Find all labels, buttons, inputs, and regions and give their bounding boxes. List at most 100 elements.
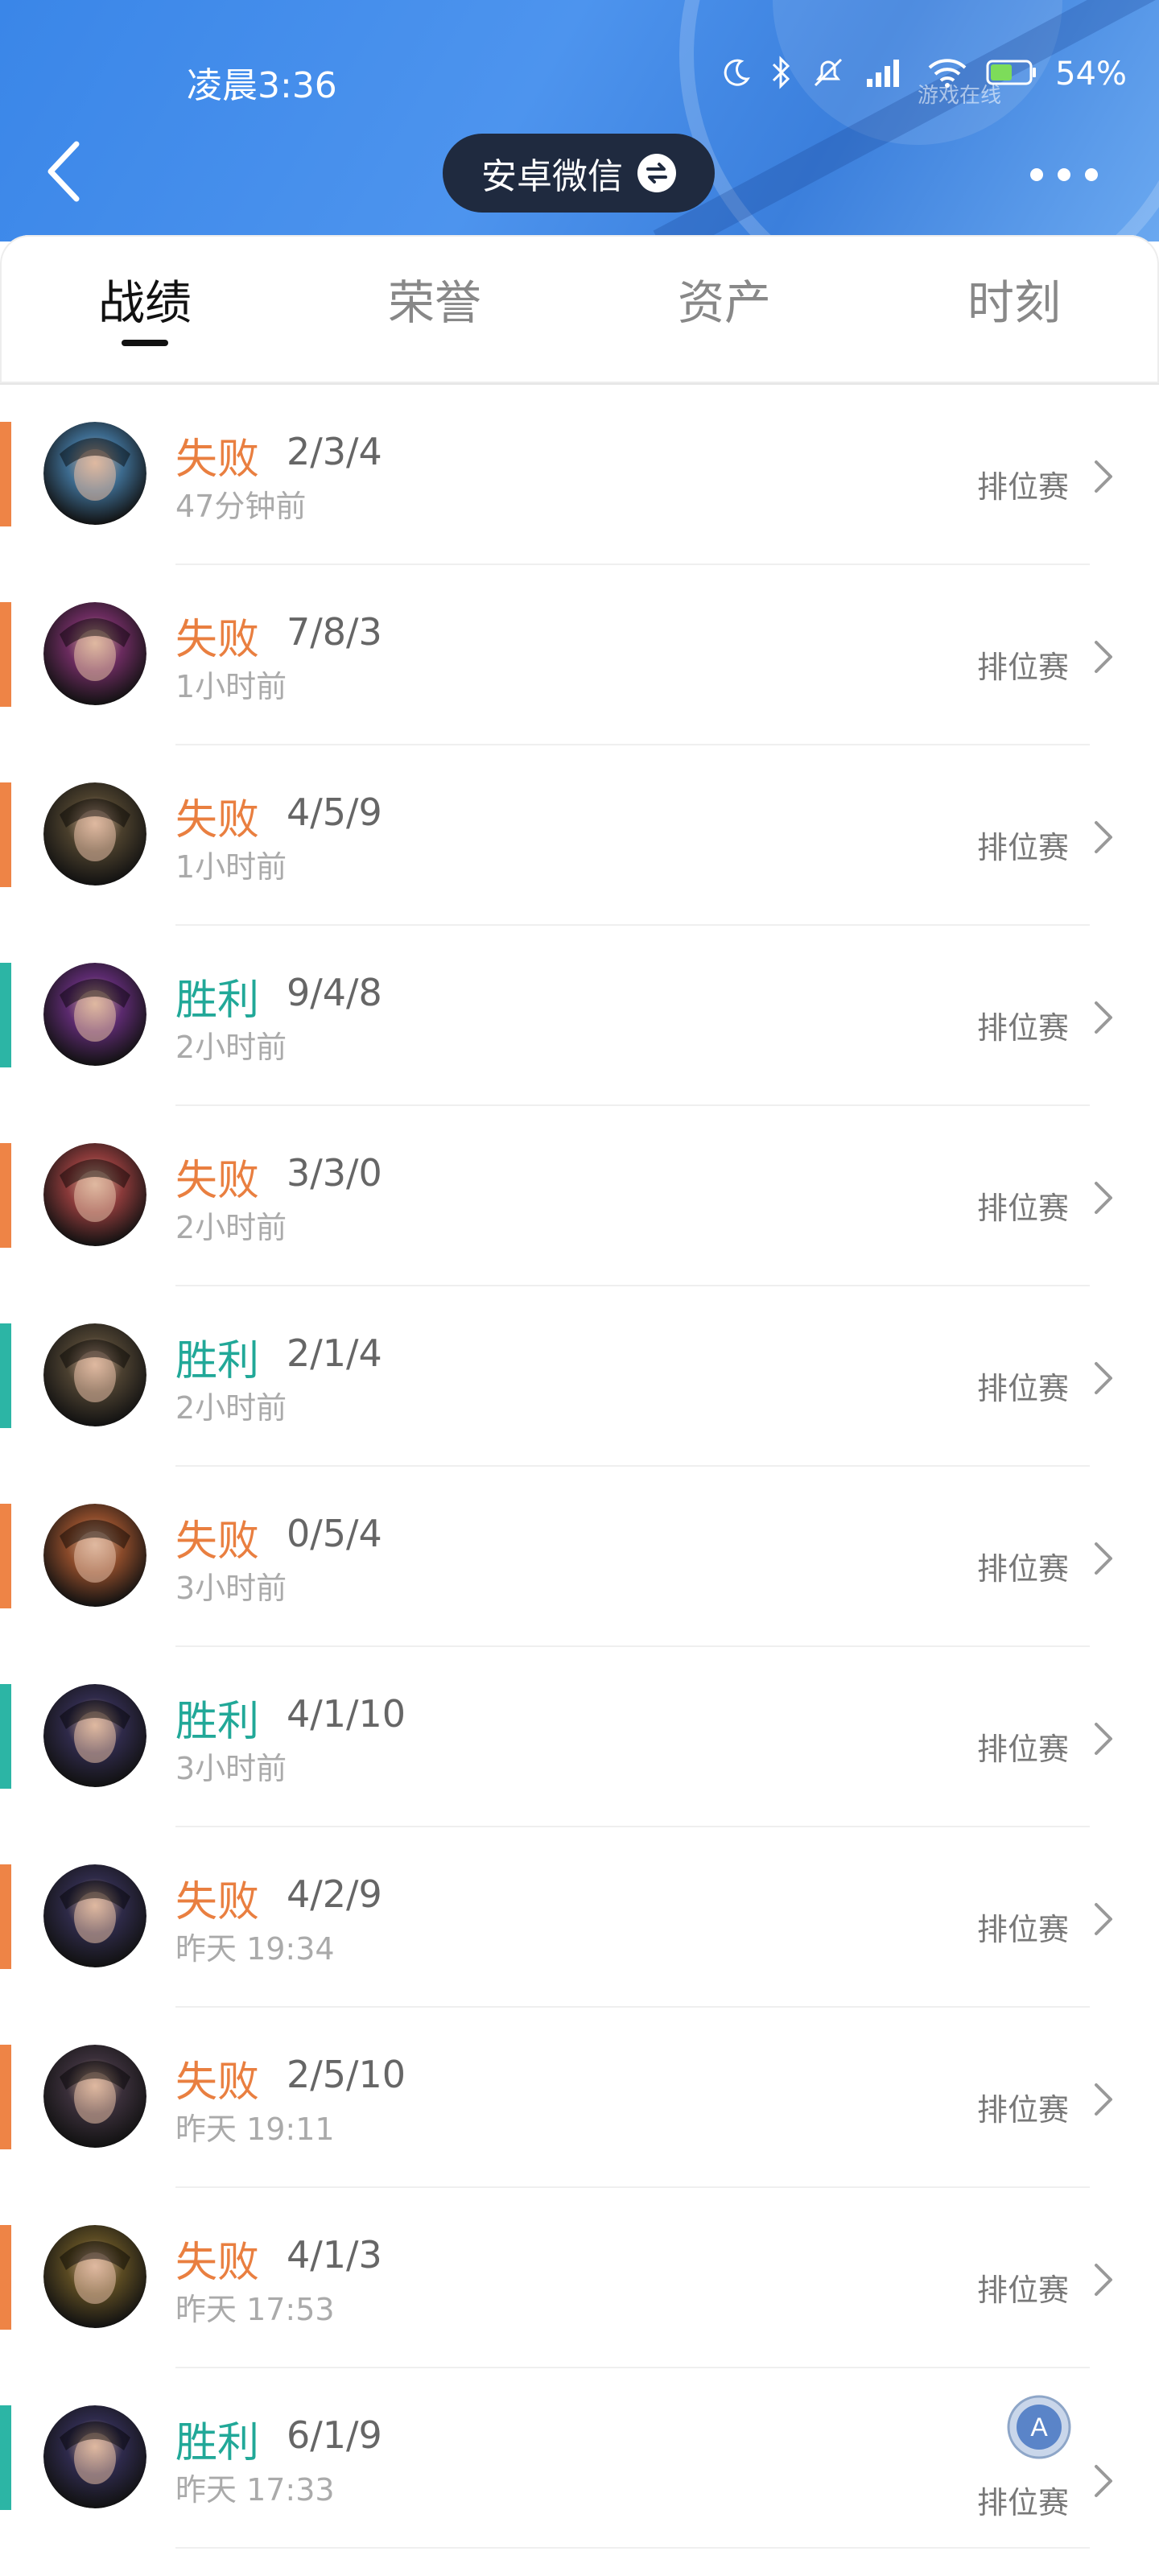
- more-button[interactable]: [1030, 148, 1098, 201]
- champion-avatar: [43, 1504, 146, 1607]
- result-indicator-bar: [0, 1323, 11, 1428]
- match-row[interactable]: 失败 0/5/4 3小时前 排位赛: [0, 1467, 1159, 1647]
- match-row[interactable]: 失败 2/5/10 昨天 19:11 排位赛: [0, 2008, 1159, 2188]
- result-indicator-bar: [0, 602, 11, 707]
- more-dot: [1030, 168, 1043, 181]
- match-mode: 排位赛: [976, 1912, 1069, 1947]
- match-time: 1小时前: [175, 669, 287, 704]
- account-label: 安卓微信: [481, 156, 623, 197]
- champion-avatar: [43, 602, 146, 705]
- match-mode: 排位赛: [976, 1371, 1069, 1406]
- result-indicator-bar: [0, 2225, 11, 2330]
- match-kda: 4/2/9: [287, 1872, 382, 1916]
- chevron-right-icon: [1095, 2465, 1112, 2497]
- tab-record[interactable]: 战绩: [64, 270, 225, 335]
- more-dot: [1085, 168, 1098, 181]
- swap-icon: [637, 154, 676, 192]
- match-time: 47分钟前: [175, 489, 307, 524]
- chevron-left-icon: [47, 141, 80, 202]
- match-mode: 排位赛: [976, 1010, 1069, 1046]
- result-indicator-bar: [0, 963, 11, 1067]
- champion-avatar: [43, 1323, 146, 1426]
- match-result: 失败: [175, 796, 260, 844]
- status-time: 凌晨3:36: [187, 65, 337, 106]
- match-row[interactable]: 失败 4/5/9 1小时前 排位赛: [0, 745, 1159, 926]
- match-mode: 排位赛: [976, 2485, 1069, 2520]
- rank-badge-icon: A: [1006, 2394, 1072, 2460]
- match-mode: 排位赛: [976, 1191, 1069, 1226]
- chevron-right-icon: [1095, 2264, 1112, 2296]
- top-header: 凌晨3:36 游戏在线 54% 安卓微信: [0, 0, 1159, 242]
- rank-badge-letter: A: [1030, 2413, 1048, 2442]
- battery-icon: [986, 58, 1037, 90]
- champion-avatar: [43, 2225, 146, 2328]
- match-time: 昨天 19:11: [175, 2112, 335, 2147]
- result-indicator-bar: [0, 782, 11, 887]
- tab-assets[interactable]: 资产: [644, 270, 805, 335]
- active-tab-indicator: [122, 340, 168, 346]
- match-time: 1小时前: [175, 849, 287, 885]
- bluetooth-icon: [770, 55, 793, 93]
- match-result: 胜利: [175, 1698, 260, 1746]
- match-result: 失败: [175, 616, 260, 664]
- battery-percent: 54%: [1055, 56, 1127, 93]
- result-indicator-bar: [0, 1864, 11, 1969]
- match-mode: 排位赛: [976, 2092, 1069, 2128]
- match-row[interactable]: 失败 3/3/0 2小时前 排位赛: [0, 1106, 1159, 1286]
- chevron-right-icon: [1095, 460, 1112, 493]
- chevron-right-icon: [1095, 1182, 1112, 1214]
- status-icons: 54%: [720, 53, 1127, 95]
- match-kda: 7/8/3: [287, 610, 382, 654]
- match-row[interactable]: 失败 2/3/4 47分钟前 排位赛: [0, 385, 1159, 565]
- match-kda: 2/1/4: [287, 1331, 382, 1375]
- match-row[interactable]: 胜利 9/4/8 2小时前 排位赛: [0, 926, 1159, 1106]
- match-time: 2小时前: [175, 1030, 287, 1065]
- match-row[interactable]: 失败 7/8/3 1小时前 排位赛: [0, 565, 1159, 745]
- match-result: 失败: [175, 1878, 260, 1926]
- match-mode: 排位赛: [976, 830, 1069, 865]
- account-switch-pill[interactable]: 安卓微信: [443, 134, 715, 213]
- champion-avatar: [43, 1143, 146, 1246]
- match-time: 昨天 17:33: [175, 2472, 335, 2508]
- result-indicator-bar: [0, 422, 11, 526]
- match-kda: 2/5/10: [287, 2053, 406, 2096]
- moon-icon: [720, 56, 753, 92]
- tab-moments[interactable]: 时刻: [934, 270, 1095, 335]
- match-row[interactable]: 胜利 4/1/10 3小时前 排位赛: [0, 1647, 1159, 1827]
- match-time: 昨天 17:53: [175, 2292, 335, 2327]
- match-kda: 6/1/9: [287, 2413, 382, 2457]
- match-mode: 排位赛: [976, 1551, 1069, 1587]
- match-result: 失败: [175, 2058, 260, 2107]
- row-divider: [175, 2547, 1090, 2549]
- more-dot: [1058, 168, 1070, 181]
- match-row[interactable]: 胜利 2/1/4 2小时前 排位赛: [0, 1286, 1159, 1467]
- match-kda: 3/3/0: [287, 1151, 382, 1195]
- match-row[interactable]: 失败 4/1/3 昨天 17:53 排位赛: [0, 2188, 1159, 2368]
- champion-avatar: [43, 422, 146, 525]
- champion-avatar: [43, 1684, 146, 1787]
- champion-avatar: [43, 2405, 146, 2508]
- match-time: 3小时前: [175, 1751, 287, 1786]
- match-result: 失败: [175, 1517, 260, 1566]
- hd-signal-icon: [864, 55, 909, 93]
- match-mode: 排位赛: [976, 2273, 1069, 2308]
- chevron-right-icon: [1095, 2083, 1112, 2116]
- match-time: 昨天 19:34: [175, 1931, 335, 1967]
- match-row[interactable]: 胜利 6/1/9 昨天 17:33 A 排位赛: [0, 2368, 1159, 2549]
- match-row[interactable]: 失败 4/2/9 昨天 19:34 排位赛: [0, 1827, 1159, 2008]
- chevron-right-icon: [1095, 1362, 1112, 1394]
- champion-avatar: [43, 1864, 146, 1967]
- chevron-right-icon: [1095, 1542, 1112, 1575]
- result-indicator-bar: [0, 1143, 11, 1248]
- match-result: 失败: [175, 2239, 260, 2287]
- mute-bell-icon: [810, 55, 846, 93]
- result-indicator-bar: [0, 2405, 11, 2510]
- match-mode: 排位赛: [976, 650, 1069, 685]
- match-mode: 排位赛: [976, 1732, 1069, 1767]
- chevron-right-icon: [1095, 1001, 1112, 1034]
- back-button[interactable]: [35, 135, 92, 208]
- result-indicator-bar: [0, 1504, 11, 1608]
- champion-avatar: [43, 963, 146, 1066]
- result-indicator-bar: [0, 1684, 11, 1789]
- tab-honor[interactable]: 荣誉: [354, 270, 515, 335]
